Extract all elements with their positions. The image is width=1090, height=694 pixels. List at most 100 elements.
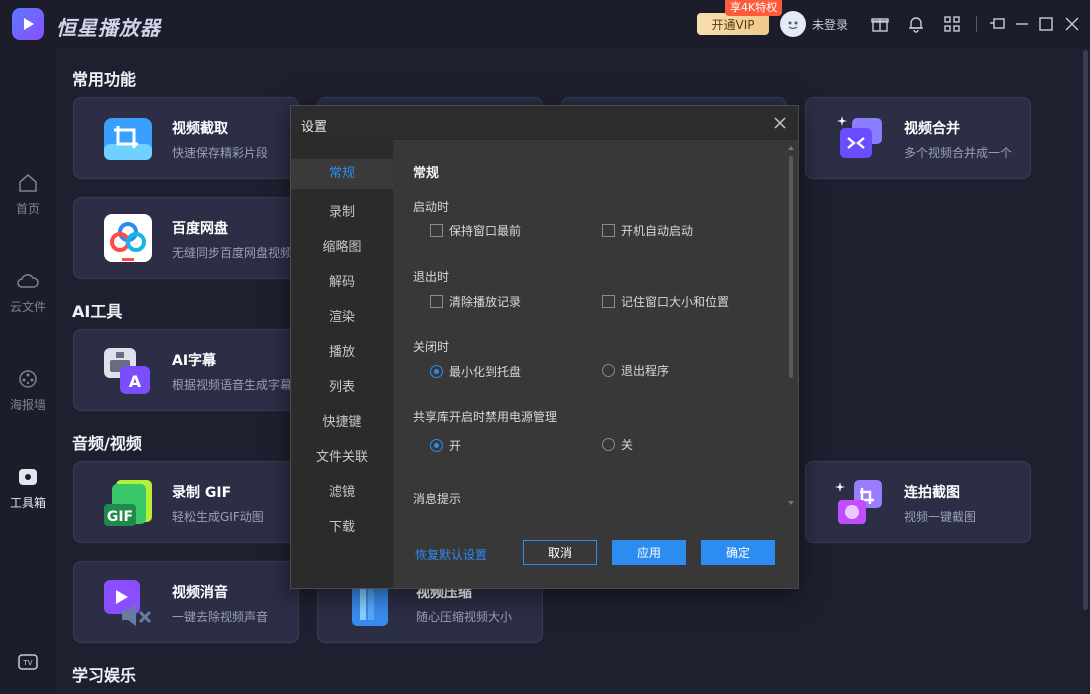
settings-tab-shortcuts[interactable]: 快捷键	[291, 411, 393, 430]
gift-icon[interactable]	[870, 14, 890, 34]
settings-tab-decode[interactable]: 解码	[291, 271, 393, 290]
maximize-icon[interactable]	[1036, 14, 1056, 34]
card-video-clip[interactable]: 视频截取 快速保存精彩片段	[73, 97, 299, 179]
login-status[interactable]: 未登录	[812, 16, 848, 33]
card-title: 连拍截图	[904, 485, 960, 501]
crop-icon	[104, 118, 152, 160]
settings-body: 常规 启动时 保持窗口最前 开机自动启动 退出时 清除播放记录 记住窗口大小和位…	[393, 140, 798, 588]
radio-dot	[430, 365, 443, 378]
card-desc: 快速保存精彩片段	[172, 146, 269, 160]
radio-dot	[602, 364, 615, 377]
dialog-close-icon[interactable]	[772, 115, 788, 131]
apply-button[interactable]: 应用	[612, 540, 686, 565]
settings-dialog: 设置 常规 录制 缩略图 解码 渲染 播放 列表 快捷键 文件关联 滤镜 下载 …	[290, 105, 799, 589]
home-icon	[19, 174, 37, 192]
remember-window-checkbox[interactable]: 记住窗口大小和位置	[602, 293, 729, 310]
merge-icon	[837, 116, 882, 158]
power-off-radio[interactable]: 关	[602, 436, 633, 453]
gif-icon: GIF	[104, 480, 152, 526]
toolbox-icon	[19, 469, 37, 485]
settings-tab-playback[interactable]: 播放	[291, 341, 393, 360]
card-desc: 多个视频合并成一个	[904, 146, 1013, 160]
film-reel-icon	[19, 370, 37, 388]
title-bar: 恒星播放器 开通VIP 享4K特权 未登录	[0, 0, 1090, 48]
restore-defaults-link[interactable]: 恢复默认设置	[415, 546, 487, 563]
exit-label: 退出时	[413, 270, 450, 284]
card-video-merge[interactable]: 视频合并 多个视频合并成一个	[805, 97, 1031, 179]
card-baidu-pan[interactable]: 百度网盘 无缝同步百度网盘视频	[73, 197, 299, 279]
option-label: 退出程序	[621, 364, 670, 378]
notify-label: 消息提示	[413, 492, 462, 506]
section-title-av: 音频/视频	[72, 434, 142, 453]
card-title: 百度网盘	[172, 221, 228, 237]
settings-tab-render[interactable]: 渲染	[291, 306, 393, 325]
card-desc: 视频一键截图	[904, 510, 977, 524]
option-label: 保持窗口最前	[449, 224, 522, 238]
nav-item-poster-wall[interactable]: 海报墙	[0, 368, 56, 413]
option-label: 最小化到托盘	[449, 365, 522, 379]
translate-icon: A	[104, 348, 150, 394]
auto-start-checkbox[interactable]: 开机自动启动	[602, 222, 693, 239]
scroll-up-icon[interactable]	[788, 146, 794, 150]
startup-label: 启动时	[413, 200, 450, 214]
ok-button[interactable]: 确定	[701, 540, 775, 565]
nav-label: 云文件	[9, 300, 46, 314]
section-title-learn: 学习娱乐	[72, 666, 137, 685]
settings-tab-file-assoc[interactable]: 文件关联	[291, 446, 393, 465]
card-title: 视频消音	[172, 585, 228, 601]
app-title: 恒星播放器	[56, 16, 161, 40]
open-vip-button[interactable]: 开通VIP	[697, 13, 769, 35]
section-title-ai: AI工具	[72, 302, 123, 321]
settings-tab-thumbnail[interactable]: 缩略图	[291, 236, 393, 255]
settings-tab-list[interactable]: 列表	[291, 376, 393, 395]
settings-tab-record[interactable]: 录制	[291, 201, 393, 220]
checkbox-box	[602, 295, 615, 308]
power-label: 共享库开启时禁用电源管理	[413, 410, 558, 424]
dialog-header: 设置	[291, 106, 798, 140]
section-title-common: 常用功能	[72, 70, 137, 89]
card-title: 视频合并	[904, 121, 960, 137]
cloud-icon	[17, 274, 39, 288]
avatar[interactable]	[780, 11, 806, 37]
close-label: 关闭时	[413, 340, 450, 354]
card-record-gif[interactable]: GIF 录制 GIF 轻松生成GIF动图	[73, 461, 299, 543]
checkbox-box	[430, 224, 443, 237]
card-burst-screenshot[interactable]: 连拍截图 视频一键截图	[805, 461, 1031, 543]
option-label: 开机自动启动	[621, 224, 694, 238]
minimize-icon[interactable]	[1012, 14, 1032, 34]
card-title: AI字幕	[172, 353, 217, 369]
app-logo-icon	[12, 8, 44, 40]
svg-text:GIF: GIF	[107, 509, 133, 525]
clear-history-checkbox[interactable]: 清除播放记录	[430, 293, 521, 310]
card-desc: 轻松生成GIF动图	[172, 510, 264, 524]
dialog-title: 设置	[301, 120, 328, 135]
option-label: 清除播放记录	[449, 295, 522, 309]
nav-item-home[interactable]: 首页	[0, 172, 56, 217]
minimize-to-tray-radio[interactable]: 最小化到托盘	[430, 363, 521, 380]
card-title: 录制 GIF	[172, 485, 232, 501]
pin-window-icon[interactable]	[988, 14, 1008, 34]
main-scrollbar[interactable]	[1083, 50, 1088, 610]
settings-sidebar: 常规 录制 缩略图 解码 渲染 播放 列表 快捷键 文件关联 滤镜 下载	[291, 140, 393, 588]
radio-dot	[602, 438, 615, 451]
checkbox-box	[430, 295, 443, 308]
power-on-radio[interactable]: 开	[430, 437, 461, 454]
close-icon[interactable]	[1062, 14, 1082, 34]
cancel-button[interactable]: 取消	[523, 540, 597, 565]
nav-item-cloud[interactable]: 云文件	[0, 270, 56, 315]
settings-tab-filters[interactable]: 滤镜	[291, 481, 393, 500]
card-desc: 根据视频语音生成字幕	[172, 378, 293, 392]
settings-tab-download[interactable]: 下载	[291, 516, 393, 535]
settings-scrollbar[interactable]	[789, 156, 793, 378]
radio-dot	[430, 439, 443, 452]
nav-item-toolbox[interactable]: 工具箱	[0, 466, 56, 511]
tv-icon[interactable]: TV	[17, 652, 39, 672]
card-video-mute[interactable]: 视频消音 一键去除视频声音	[73, 561, 299, 643]
scroll-down-icon[interactable]	[788, 501, 794, 505]
keep-on-top-checkbox[interactable]: 保持窗口最前	[430, 222, 521, 239]
settings-tab-general[interactable]: 常规	[291, 159, 393, 189]
grid-menu-icon[interactable]	[942, 14, 962, 34]
bell-icon[interactable]	[906, 14, 926, 34]
card-ai-subtitle[interactable]: A AI字幕 根据视频语音生成字幕	[73, 329, 299, 411]
exit-program-radio[interactable]: 退出程序	[602, 362, 669, 379]
